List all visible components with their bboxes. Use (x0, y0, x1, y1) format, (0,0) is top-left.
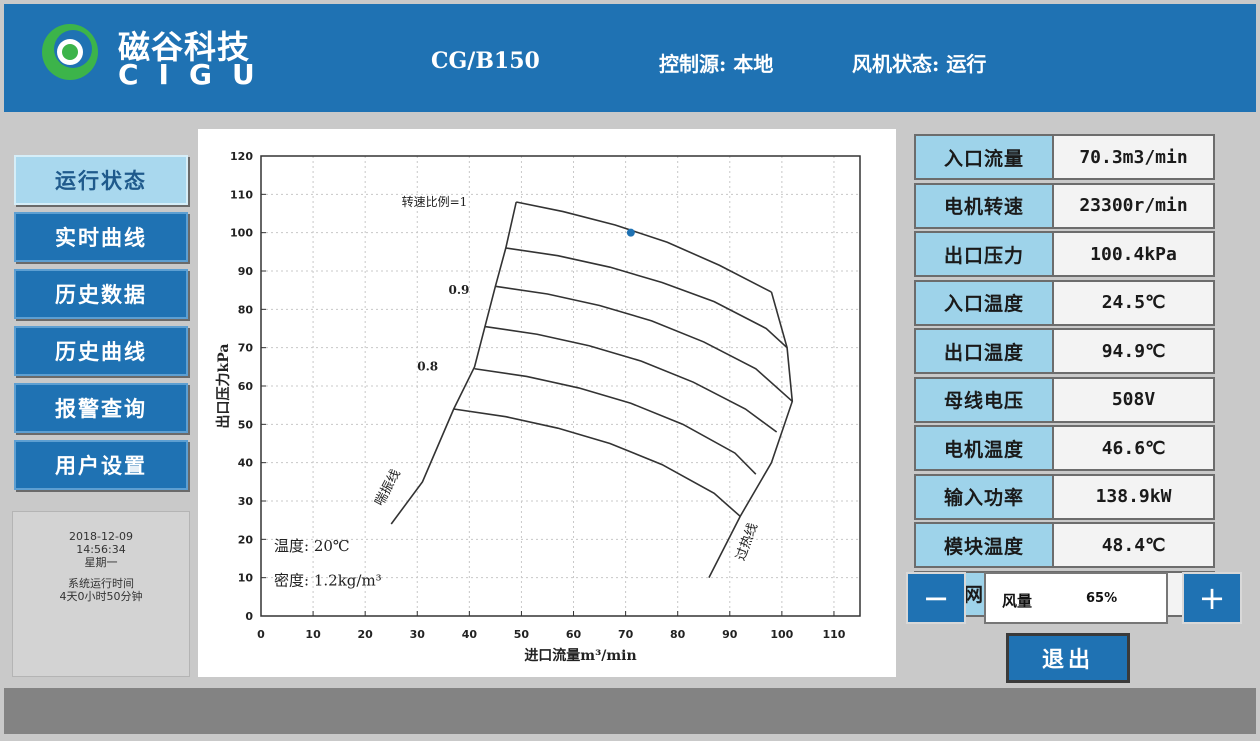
param-label: 出口压力 (914, 231, 1054, 277)
x-tick-label: 20 (358, 628, 374, 641)
param-value: 94.9℃ (1054, 328, 1215, 374)
chart-annotation: 密度: 1.2kg/m³ (274, 571, 382, 589)
x-tick-label: 70 (618, 628, 634, 641)
current-weekday: 星期一 (84, 556, 118, 569)
series-line (484, 325, 778, 433)
nav-run-status[interactable]: 运行状态 (14, 155, 188, 205)
chart-annotation: 过热线 (734, 521, 761, 563)
chart-annotation: 喘振线 (371, 467, 403, 509)
param-row: 电机转速 23300r/min (914, 182, 1215, 229)
param-label: 输入功率 (914, 473, 1054, 520)
param-row: 出口温度 94.9℃ (914, 328, 1215, 374)
chart-annotation: 0.9 (449, 283, 470, 297)
param-row: 母线电压 508V (914, 376, 1215, 423)
param-value: 100.4kPa (1054, 231, 1215, 277)
y-tick-label: 100 (230, 227, 253, 240)
x-axis-label: 进口流量m³/min (524, 647, 636, 664)
y-tick-label: 70 (238, 342, 254, 355)
x-tick-label: 80 (670, 628, 686, 641)
runtime-value: 4天0小时50分钟 (59, 590, 143, 603)
current-time: 14:56:34 (76, 543, 126, 556)
y-tick-label: 60 (238, 380, 254, 393)
x-tick-label: 110 (822, 628, 845, 641)
y-tick-label: 80 (238, 303, 254, 316)
nav-realtime-curve[interactable]: 实时曲线 (14, 212, 188, 262)
series-line (474, 367, 757, 475)
y-tick-label: 0 (245, 610, 253, 623)
exit-button[interactable]: 退出 (1006, 633, 1130, 683)
series-line (495, 285, 793, 402)
param-row: 模块温度 48.4℃ (914, 522, 1215, 568)
y-tick-label: 30 (238, 495, 254, 508)
fan-volume-label: 风量 (1002, 592, 1033, 610)
system-info-panel: 2018-12-09 14:56:34 星期一 系统运行时间 4天0小时50分钟 (12, 511, 190, 677)
param-value: 48.4℃ (1054, 522, 1215, 568)
param-row: 入口温度 24.5℃ (914, 279, 1215, 326)
chart-annotation: 温度: 20℃ (274, 537, 350, 555)
fan-status: 风机状态: 运行 (852, 52, 987, 76)
cigu-logo-icon (42, 24, 98, 80)
param-row: 出口压力 100.4kPa (914, 231, 1215, 277)
performance-chart-panel: 0 10 20 30 40 50 60 70 80 90 100 110 0 10 20 30 40 50 60 70… (198, 129, 896, 677)
chart-annotation: 转速比例=1 (402, 194, 468, 209)
header-bar: 磁谷科技 CIGU CG/B150 控制源: 本地 风机状态: 运行 (4, 4, 1256, 112)
x-tick-label: 90 (722, 628, 738, 641)
nav-history-data[interactable]: 历史数据 (14, 269, 188, 319)
param-value: 46.6℃ (1054, 425, 1215, 471)
x-tick-label: 40 (462, 628, 478, 641)
footer-bar (4, 688, 1256, 734)
y-tick-label: 50 (238, 418, 254, 431)
plot-frame (260, 155, 861, 617)
param-value: 24.5℃ (1054, 279, 1215, 326)
y-tick-label: 10 (238, 572, 254, 585)
performance-chart: 0 10 20 30 40 50 60 70 80 90 100 110 0 10 20 30 40 50 60 70… (215, 150, 861, 664)
y-tick-label: 90 (238, 265, 254, 278)
param-row: 输入功率 138.9kW (914, 473, 1215, 520)
nav-alarm-query[interactable]: 报警查询 (14, 383, 188, 433)
param-label: 出口温度 (914, 328, 1054, 374)
y-tick-label: 120 (230, 150, 253, 163)
x-tick-label: 0 (257, 628, 265, 641)
x-tick-label: 50 (514, 628, 530, 641)
y-tick-label: 20 (238, 533, 254, 546)
y-axis-label: 出口压力kPa (215, 344, 232, 429)
param-label: 模块温度 (914, 522, 1054, 568)
chart-annotation: 0.8 (417, 360, 438, 374)
current-date: 2018-12-09 (69, 530, 133, 543)
param-label: 入口流量 (914, 134, 1054, 180)
param-row: 电机温度 46.6℃ (914, 425, 1215, 471)
fan-volume-display: 风量 65% (984, 572, 1168, 624)
fan-increase-button[interactable]: + (1182, 572, 1242, 624)
param-label: 入口温度 (914, 279, 1054, 326)
param-value: 23300r/min (1054, 182, 1215, 229)
param-label: 母线电压 (914, 376, 1054, 423)
operating-point (626, 228, 635, 237)
control-source-status: 控制源: 本地 (659, 52, 774, 76)
runtime-label: 系统运行时间 (68, 577, 134, 590)
nav-history-curve[interactable]: 历史曲线 (14, 326, 188, 376)
series-line (505, 247, 788, 349)
fan-volume-value: 65% (1086, 591, 1118, 606)
x-tick-label: 60 (566, 628, 582, 641)
fan-decrease-button[interactable]: − (906, 572, 966, 624)
model-label: CG/B150 (431, 48, 540, 74)
param-value: 138.9kW (1054, 473, 1215, 520)
param-row: 入口流量 70.3m3/min (914, 134, 1215, 180)
param-value: 508V (1054, 376, 1215, 423)
x-tick-label: 10 (305, 628, 321, 641)
param-value: 70.3m3/min (1054, 134, 1215, 180)
y-tick-label: 110 (230, 188, 253, 201)
x-tick-label: 30 (410, 628, 426, 641)
param-label: 电机转速 (914, 182, 1054, 229)
x-tick-label: 100 (770, 628, 793, 641)
series-line (390, 201, 518, 525)
brand-name-en: CIGU (118, 58, 275, 91)
series-line (516, 201, 772, 293)
nav-user-settings[interactable]: 用户设置 (14, 440, 188, 490)
y-tick-label: 40 (238, 457, 254, 470)
param-label: 电机温度 (914, 425, 1054, 471)
